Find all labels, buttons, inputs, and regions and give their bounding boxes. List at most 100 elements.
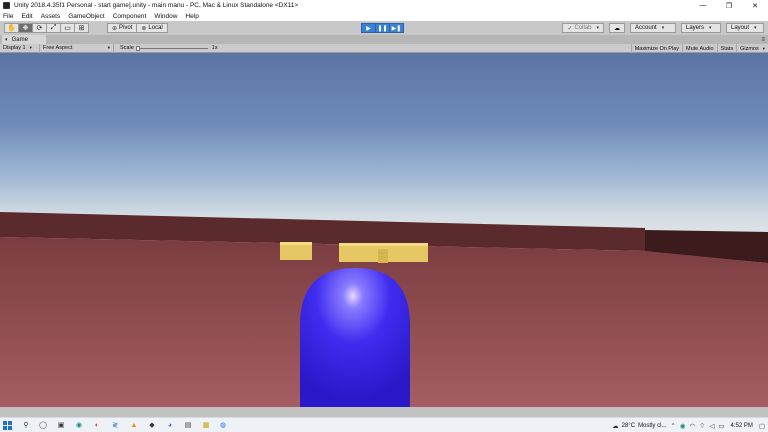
block-right <box>339 243 428 263</box>
account-dropdown[interactable]: Account ▾ <box>630 23 676 33</box>
pause-icon[interactable]: ❚❚ <box>375 23 390 33</box>
cloud-button[interactable]: ☁ <box>609 23 625 33</box>
mute-audio-toggle[interactable]: Mute Audio <box>682 44 717 53</box>
step-icon[interactable]: ▶❚ <box>389 23 404 33</box>
move-tool-icon[interactable]: ✥ <box>18 23 33 33</box>
rotate-tool-icon[interactable]: ⟳ <box>32 23 47 33</box>
pivot-icon: ⊕ <box>112 25 118 32</box>
edge-icon[interactable]: ◉ <box>74 420 84 430</box>
gizmos-dropdown[interactable]: Gizmos ▾ <box>736 44 768 53</box>
minimize-button[interactable]: — <box>690 0 716 11</box>
pivot-toggles: ⊕ Pivot ⊗ Local <box>107 23 168 33</box>
display-dropdown[interactable]: Display 1 ▾ <box>0 43 40 53</box>
cloud-icon: ☁ <box>614 25 620 32</box>
scale-slider-thumb[interactable] <box>135 45 140 51</box>
notifications-icon[interactable]: ▢ <box>759 422 765 430</box>
chevron-down-icon: ▾ <box>107 45 110 50</box>
scale-value: 1x <box>211 45 218 51</box>
game-tab-icon: ◐ <box>5 36 9 43</box>
collab-label: Collab <box>574 25 592 31</box>
local-label: Local <box>148 25 163 31</box>
aspect-dropdown[interactable]: Free Aspect ▾ <box>40 43 114 53</box>
window-title: Unity 2018.4.35f1 Personal - start game]… <box>14 2 299 9</box>
display-label: Display 1 <box>3 45 26 51</box>
title-bar: Unity 2018.4.35f1 Personal - start game]… <box>0 0 768 11</box>
game-tab-label: Game <box>11 36 28 43</box>
vscode-icon[interactable]: ≷ <box>110 420 120 430</box>
unity-hub-icon[interactable]: ◆ <box>147 420 157 430</box>
app-icon[interactable]: ▤ <box>183 420 193 430</box>
restore-button[interactable]: ❐ <box>716 0 742 11</box>
game-viewport[interactable] <box>0 53 768 407</box>
account-tools: ✓ Collab ▾ ☁ Account ▾ Layers ▾ Layout ▾ <box>557 23 764 33</box>
transform-tools: ✋ ✥ ⟳ ⤢ ▭ ⊞ <box>4 23 89 33</box>
notes-icon[interactable]: ▦ <box>201 420 211 430</box>
windows-start-icon[interactable] <box>3 421 13 430</box>
local-icon: ⊗ <box>141 25 147 32</box>
chevron-down-icon: ▾ <box>709 25 712 31</box>
menu-edit[interactable]: Edit <box>21 13 32 20</box>
layers-dropdown[interactable]: Layers ▾ <box>681 23 721 33</box>
chrome-icon[interactable]: ◐ <box>92 420 102 430</box>
scene-geometry <box>0 212 768 407</box>
transform-tool-icon[interactable]: ⊞ <box>74 23 89 33</box>
unity-logo-icon <box>3 2 10 9</box>
menu-assets[interactable]: Assets <box>41 13 61 20</box>
menu-help[interactable]: Help <box>185 13 198 20</box>
volume-icon[interactable]: ◁ <box>709 422 714 430</box>
wifi-icon[interactable]: ⌔ <box>699 421 705 430</box>
window-controls: — ❐ ✕ <box>690 0 768 11</box>
main-toolbar: ✋ ✥ ⟳ ⤢ ▭ ⊞ ⊕ Pivot ⊗ Local ▶ ❚❚ ▶❚ ✓ Co… <box>0 21 768 35</box>
layout-label: Layout <box>731 25 750 31</box>
maximize-on-play-toggle[interactable]: Maximize On Play <box>630 44 682 53</box>
scale-control: Scale 1x <box>114 45 218 51</box>
system-tray: ☁ 28°C Mostly cl... ⌃ ◉ ◠ ⌔ ◁ ▭ 4:52 PM … <box>608 418 765 432</box>
tab-bar: ◐ Game ≡ <box>0 35 768 44</box>
scale-tool-icon[interactable]: ⤢ <box>46 23 61 33</box>
pivot-button[interactable]: ⊕ Pivot <box>107 23 138 33</box>
account-label: Account <box>635 25 657 31</box>
cortana-icon[interactable]: ◯ <box>38 420 48 430</box>
menu-window[interactable]: Window <box>154 13 177 20</box>
chevron-down-icon: ▾ <box>29 45 32 50</box>
hand-tool-icon[interactable]: ✋ <box>4 23 19 33</box>
chevron-up-icon[interactable]: ⌃ <box>670 422 675 430</box>
weather-icon[interactable]: ☁ <box>612 422 619 430</box>
pivot-label: Pivot <box>119 25 133 31</box>
scale-slider[interactable] <box>135 45 208 51</box>
local-button[interactable]: ⊗ Local <box>136 23 168 33</box>
collab-button[interactable]: ✓ Collab ▾ <box>562 23 604 33</box>
chevron-down-icon: ▾ <box>596 25 599 31</box>
aspect-label: Free Aspect <box>43 45 73 51</box>
network-icon[interactable]: ◠ <box>690 422 696 430</box>
battery-icon[interactable]: ▭ <box>718 422 724 430</box>
weather-desc[interactable]: Mostly cl... <box>638 423 666 429</box>
menu-file[interactable]: File <box>3 13 13 20</box>
weather-temp[interactable]: 28°C <box>622 423 635 429</box>
stats-toggle[interactable]: Stats <box>716 44 737 53</box>
layers-label: Layers <box>686 25 705 31</box>
vlc-icon[interactable]: ▲ <box>129 420 139 430</box>
clock-time[interactable]: 4:52 PM <box>730 423 752 429</box>
gizmos-label: Gizmos <box>740 45 759 52</box>
edge-tray-icon[interactable]: ◉ <box>680 422 686 430</box>
layout-dropdown[interactable]: Layout ▾ <box>726 23 764 33</box>
blue-app-icon[interactable]: ◍ <box>218 420 228 430</box>
menu-component[interactable]: Component <box>113 13 147 20</box>
game-options-bar: Display 1 ▾ Free Aspect ▾ Scale 1x Maxim… <box>0 43 768 53</box>
discord-icon[interactable]: ◕ <box>165 420 175 430</box>
tab-options-icon[interactable]: ≡ <box>761 35 765 44</box>
menu-bar: File Edit Assets GameObject Component Wi… <box>0 11 768 21</box>
playback-controls: ▶ ❚❚ ▶❚ <box>361 23 404 33</box>
block-left <box>280 242 312 260</box>
task-view-icon[interactable]: ▣ <box>56 420 66 430</box>
rect-tool-icon[interactable]: ▭ <box>60 23 75 33</box>
chevron-down-icon: ▾ <box>762 45 765 51</box>
play-icon[interactable]: ▶ <box>361 23 376 33</box>
menu-gameobject[interactable]: GameObject <box>68 13 105 20</box>
search-icon[interactable]: ⚲ <box>21 420 31 430</box>
collab-check-icon: ✓ <box>567 25 573 32</box>
chevron-down-icon: ▾ <box>754 25 757 31</box>
close-button[interactable]: ✕ <box>742 0 768 11</box>
player-capsule <box>300 268 410 407</box>
